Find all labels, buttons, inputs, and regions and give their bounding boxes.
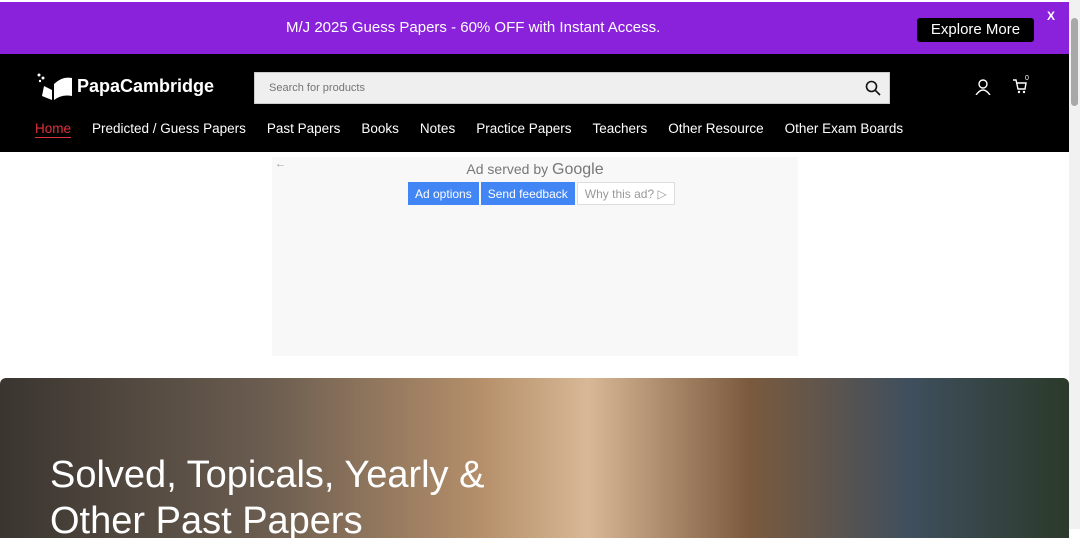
cart-count: 0 [1025, 75, 1029, 82]
nav-teachers[interactable]: Teachers [593, 121, 648, 138]
google-logo: Google [552, 161, 604, 178]
book-logo-icon [37, 73, 72, 100]
promo-banner: M/J 2025 Guess Papers - 60% OFF with Ins… [0, 2, 1069, 54]
site-header: PapaCambridge 0 Home Predicted / Guess P… [0, 54, 1069, 152]
explore-more-button[interactable]: Explore More [917, 18, 1034, 42]
search-input[interactable] [255, 73, 845, 103]
hero-title: Solved, Topicals, Yearly & Other Past Pa… [50, 454, 485, 538]
search-bar [254, 72, 890, 104]
logo[interactable]: PapaCambridge [36, 72, 214, 100]
user-icon[interactable] [975, 79, 991, 95]
hero-banner: Solved, Topicals, Yearly & Other Past Pa… [0, 378, 1069, 538]
ad-slot: ← Ad served by Google Ad options Send fe… [272, 157, 798, 356]
ad-options-button[interactable]: Ad options [408, 182, 479, 205]
nav-other-exam-boards[interactable]: Other Exam Boards [785, 121, 904, 138]
nav-home[interactable]: Home [35, 121, 72, 138]
nav-notes[interactable]: Notes [420, 121, 455, 138]
close-icon[interactable]: X [1047, 9, 1055, 23]
nav-past-papers[interactable]: Past Papers [267, 121, 341, 138]
ad-buttons: Ad options Send feedback Why this ad? ▷ [408, 182, 675, 205]
why-this-ad-button[interactable]: Why this ad? ▷ [576, 182, 675, 205]
logo-text: PapaCambridge [77, 75, 215, 96]
scrollbar[interactable] [1069, 0, 1080, 529]
nav-practice-papers[interactable]: Practice Papers [476, 121, 571, 138]
nav-other-resource[interactable]: Other Resource [668, 121, 763, 138]
scrollbar-thumb[interactable] [1071, 18, 1078, 106]
send-feedback-button[interactable]: Send feedback [480, 182, 575, 205]
search-icon[interactable] [865, 80, 881, 96]
promo-text: M/J 2025 Guess Papers - 60% OFF with Ins… [286, 19, 661, 36]
ad-served-label: Ad served by [466, 161, 549, 177]
nav-predicted-guess-papers[interactable]: Predicted / Guess Papers [92, 121, 246, 138]
ad-served-by: Ad served by Google [272, 161, 798, 179]
main-nav: Home Predicted / Guess Papers Past Paper… [35, 121, 903, 138]
nav-books[interactable]: Books [361, 121, 399, 138]
